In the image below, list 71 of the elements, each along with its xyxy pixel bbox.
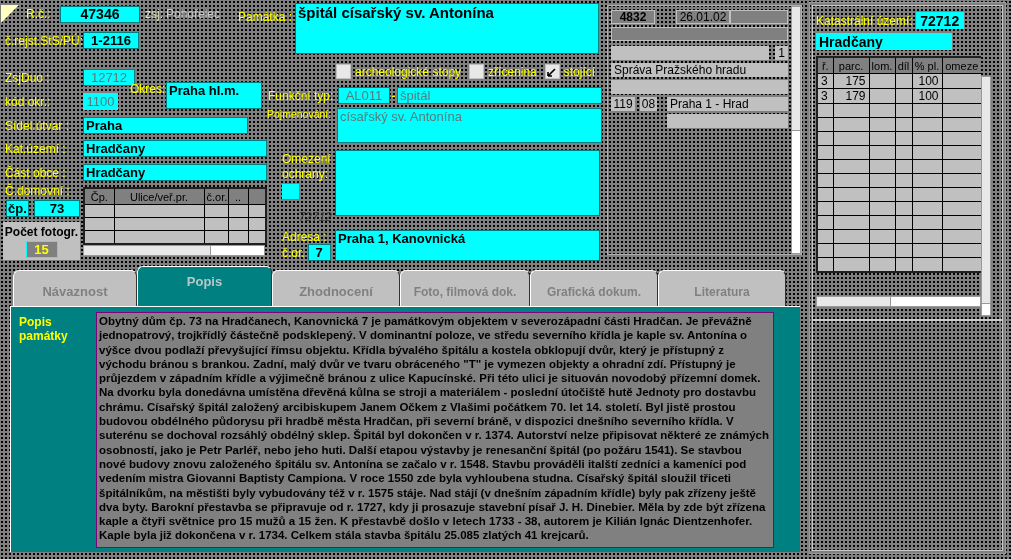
column-header: lom. [869, 57, 895, 74]
function-code-field[interactable]: AL011 [338, 87, 390, 104]
district-code-field[interactable]: 1100 [83, 93, 118, 110]
settlement-field[interactable]: Praha [83, 117, 248, 134]
field-label: Omezení ochrany: [282, 152, 332, 182]
area-cell: Praha 1 - Hrad [667, 97, 788, 111]
photo-count-label: Počet fotogr. [4, 225, 79, 239]
cadastral-name-field[interactable]: Hradčany [816, 33, 952, 50]
monument-field[interactable]: špitál císařský sv. Antonína [295, 3, 600, 54]
count-cell: 1 [775, 46, 788, 60]
column-header: Ulice/veř.pr. [114, 188, 204, 205]
checkbox[interactable] [469, 64, 485, 79]
protection-field[interactable] [335, 150, 600, 216]
protection-flag-field[interactable] [282, 184, 299, 199]
cadastral-code-field[interactable]: 72712 [915, 12, 964, 29]
table-cell: 3 [817, 88, 833, 104]
field-label: Č.domovní : [4, 184, 71, 198]
district-field[interactable]: Praha hl.m. [166, 82, 262, 109]
field-label: č.rejst.StS/PÚ: [4, 33, 83, 48]
orientation-number-field[interactable]: 7 [307, 244, 331, 261]
naming-field[interactable]: císařský sv. Antonína [337, 108, 602, 143]
column-header: omeze [942, 57, 981, 74]
description-field[interactable]: Obytný dům čp. 73 na Hradčanech, Kanovnická 7 je památkovým objektem v severozápadní části Hradčan. Je převážně jednopatrový, trojkřídlý částečně podsklepený. V dominantní poloze, ve středu severního křídla je kaple sv. Antonína o výšce dvou podlaží převyšující římsu objektu. Křídla bývalého špitálu a kostela obklopují dvůr, který je přístupný z východu bránou s brankou. Zadní, malý dvůr ve tvaru obráceného "T" je vymezen objekty a ohradní zdí. Přístupný je průjezdem v západním křídle a výjimečně bránou z ulice Kapucínské. Při této ulici je situován novodobý přízemní domek. Na dvorku byla donedávna umístěna dřevěná kůlna se stroji a materiálem - poslední útočiště hutě Jednoty pro dostavbu chrámu. Císařský špitál založený arcibiskupem Janem Očkem z Vlašimi počátkem 70. let 14. století. Byl jistě prostou budovou obdélného půdorysu při hradbě města Hradčan, při severní bráně, v dispozici dnešního severního křídla. V suterénu se dochoval rozsáhlý obdélný sklep. Špitál byl dokončen v r. 1374. Autorství nelze připisovat některé ze známých osobností, jako je Petr Parléř, nebo jeho huti. Další etapou výstavby je renesanční špitál (po požáru 1541). Se stavbou nové budovy znovu založeného špitálu sv. Antonína se začalo v r. 1548. Stavbu prováděli italští zedníci a kameníci pod vedením mistra Giovanni Baptisty Campiona. V roce 1550 zde byla vyhloubena studna. Císařský špitál sloužil třiceti špitálníkům, na městišti byly vybudovány též v r. 1575 stáje. Nad stájí (v dnešním západním křídle) byly pak zřízeny ještě dva byty. Barokní přestavba se připravuje od r. 1727, kdy ji prosazuje stavební písař J. H. Dinebier. Měla by zde být zřízena kaple a čtyři světnice pro 15 mužů a 15 žen. K přestavbě došlo v letech 1733 - 38, autorem je Kilián Ignác Dientzenhofer. Kaple byla již dokončena v r. 1734. Celkem stála stavba špitálu 25.085 zlatých 41 krejcarů. [96, 312, 774, 548]
address-field[interactable]: Praha 1, Kanovnická [335, 230, 600, 261]
column-header: .. [228, 188, 248, 205]
field-label: Památka : [238, 10, 293, 24]
function-type-field[interactable]: špitál [397, 87, 602, 104]
house-number-type-field[interactable]: čp. [6, 200, 29, 217]
field-label: Funkční typ: [267, 88, 335, 103]
description-label: Popis památky [19, 315, 69, 345]
horizontal-scrollbar[interactable] [816, 296, 981, 307]
column-header: Čp. [84, 188, 114, 205]
vertical-scrollbar[interactable] [981, 76, 991, 316]
house-number-field[interactable]: 73 [34, 200, 80, 217]
checkbox-label: zřícenina [488, 64, 537, 79]
checkbox-label: stojící [563, 64, 596, 79]
owner-cell: Správa Pražského hradu [611, 63, 788, 77]
checkbox[interactable] [336, 64, 351, 79]
column-header: parc. [833, 57, 869, 74]
vertical-scrollbar[interactable] [791, 6, 801, 254]
column-header: % pl. [912, 57, 942, 74]
field-label: Sídel.útvar : [4, 118, 71, 133]
field-label: R.č.: [25, 7, 52, 21]
column-header: díl [895, 57, 912, 74]
code-cell: 119 [611, 97, 635, 111]
field-label: Pojmenování: [266, 108, 333, 120]
field-label: Kat.území : [4, 141, 67, 156]
zsj-label: zsj: [145, 7, 163, 21]
code-cell: 08 [640, 97, 657, 111]
faded-code: 72712 [298, 210, 333, 224]
field-label: ZsjDuo : [4, 70, 51, 85]
record-selector-icon [0, 4, 20, 24]
checkbox[interactable] [544, 64, 560, 79]
field-label: kód okr.: [4, 94, 52, 109]
checkbox-label: archeologické stopy [355, 64, 462, 79]
zsj-value: Pohořelec [166, 7, 221, 21]
register-number-field[interactable]: 1-2116 [83, 32, 139, 49]
field-label: Část obce : [4, 165, 67, 180]
horizontal-scrollbar[interactable] [83, 245, 265, 256]
record-id: 4832 [611, 10, 655, 24]
field-label: Katastrální území: [816, 13, 913, 28]
column-header: ř. [817, 57, 833, 74]
record-date: 26.01.02 [676, 10, 730, 24]
field-label: č.or. [282, 245, 305, 260]
photo-count-value: 15 [25, 241, 58, 258]
record-number-field[interactable]: 47346 [60, 5, 140, 23]
field-label: Adresa : [282, 230, 328, 244]
cadastre-field[interactable]: Hradčany [83, 140, 267, 157]
column-header: č.or. [204, 188, 228, 205]
separator: - [390, 88, 397, 103]
municipal-part-field[interactable]: Hradčany [83, 164, 267, 181]
